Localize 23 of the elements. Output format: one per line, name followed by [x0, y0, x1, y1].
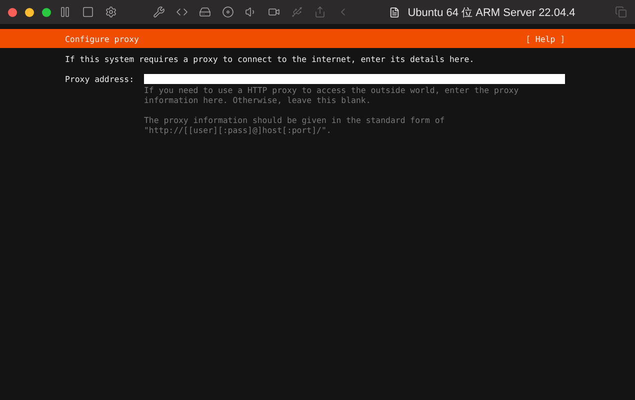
document-icon — [388, 6, 400, 18]
close-button[interactable] — [8, 8, 17, 16]
minimize-button[interactable] — [25, 8, 34, 16]
help-text: The proxy information should be given in the standard form of "http://[[user][:pass]@]host[:port]/". — [144, 115, 446, 135]
stop-icon[interactable] — [82, 6, 94, 18]
code-icon[interactable] — [176, 6, 188, 18]
help-button[interactable]: [ Help ] — [526, 34, 565, 44]
usb-icon[interactable] — [291, 6, 303, 18]
share-icon[interactable] — [314, 6, 326, 18]
disc-icon[interactable] — [222, 6, 234, 18]
zoom-button[interactable] — [42, 8, 51, 16]
field-label: Proxy address: — [65, 74, 136, 84]
camera-icon[interactable] — [268, 6, 280, 18]
proxy-address-field[interactable] — [144, 74, 565, 84]
settings-icon[interactable] — [105, 6, 117, 18]
speaker-icon[interactable] — [245, 6, 257, 18]
window-title: Ubuntu 64 位 ARM Server 22.04.4 — [408, 6, 576, 20]
pause-icon[interactable] — [59, 6, 71, 18]
wrench-icon[interactable] — [153, 6, 165, 18]
help-text: If you need to use a HTTP proxy to access the outside world, enter the proxy information here. Otherwise, leave this blank. — [144, 85, 520, 105]
drive-icon[interactable] — [199, 6, 211, 18]
intro-text: If this system requires a proxy to connect to the internet, enter its details here. — [65, 53, 476, 65]
screen-title: Configure proxy — [65, 34, 139, 44]
